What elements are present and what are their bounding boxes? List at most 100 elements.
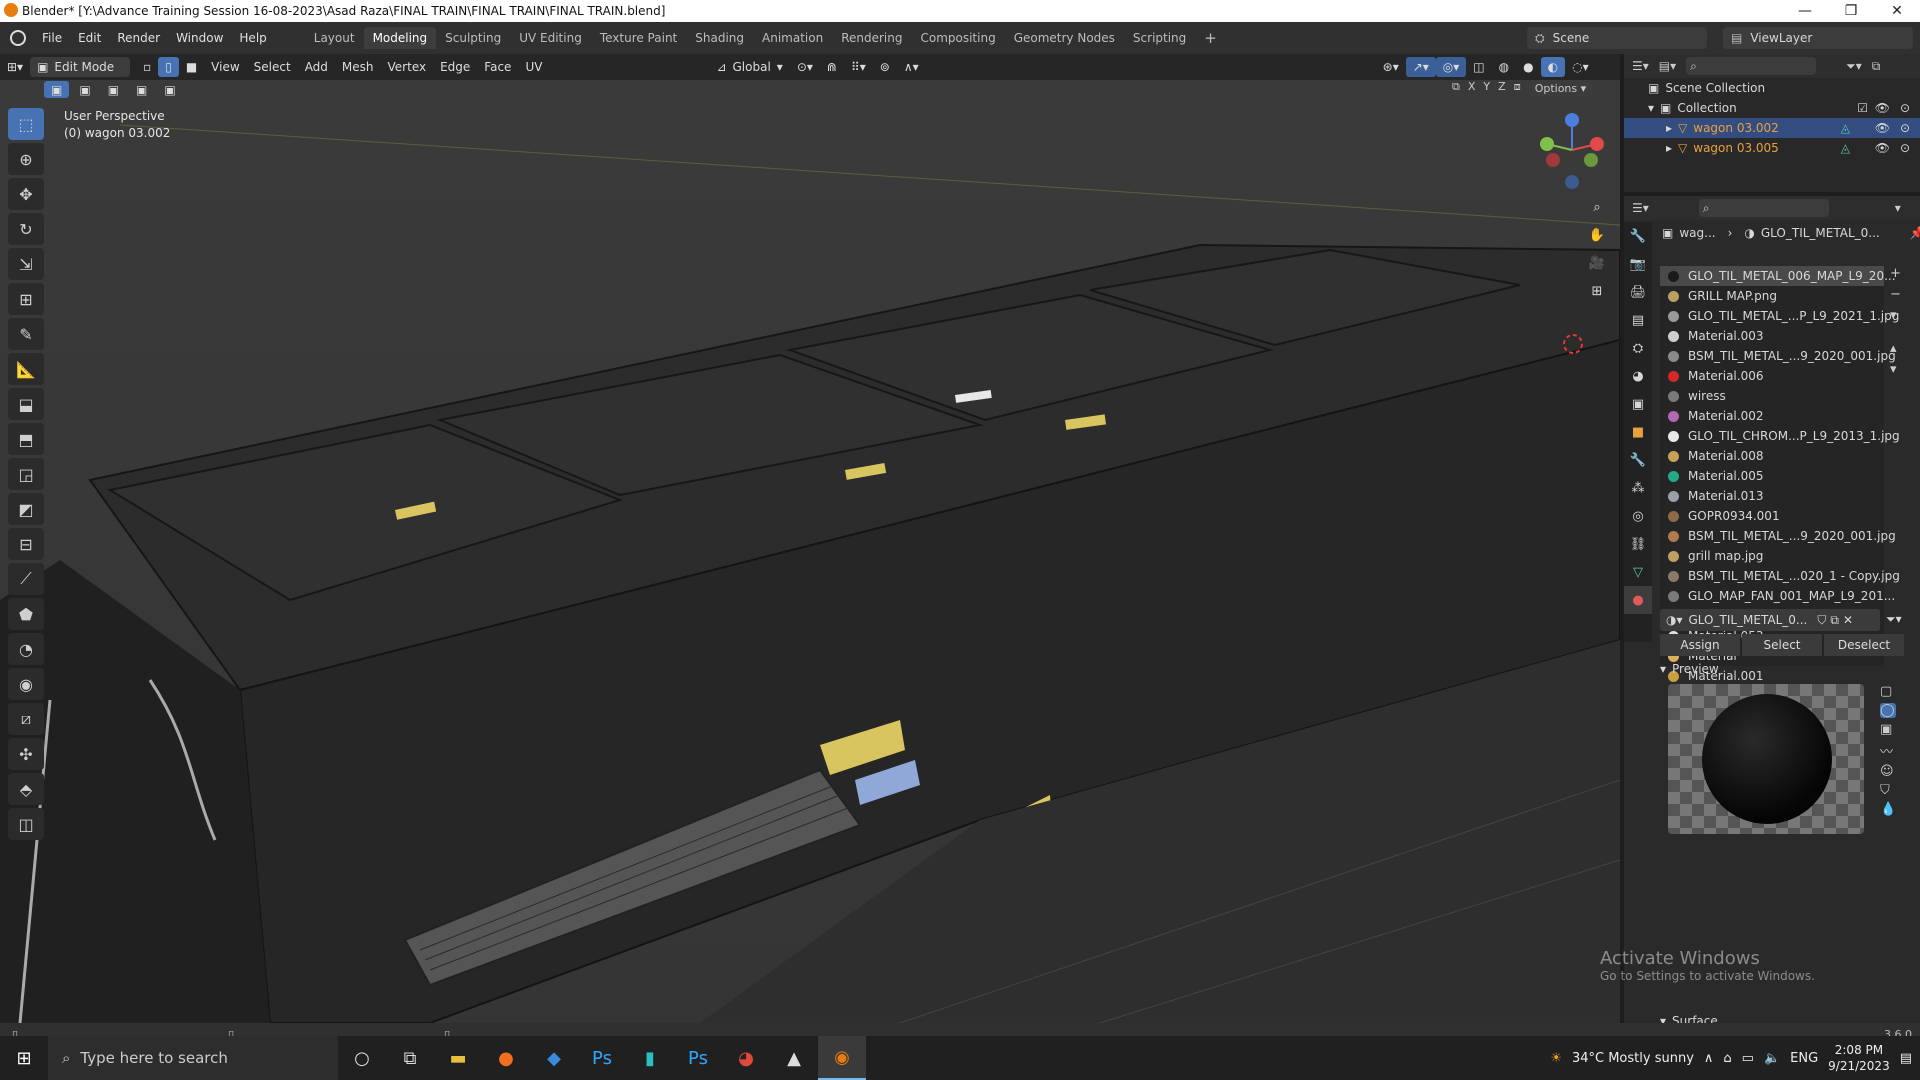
minimize-button[interactable]: — <box>1782 0 1828 22</box>
material-slot-row[interactable]: GOPR0934.001 <box>1660 506 1884 526</box>
node-filter-icon[interactable]: ⏷▾ <box>1886 612 1902 627</box>
select-button[interactable]: Select <box>1742 634 1822 656</box>
camera-render-icon[interactable]: ⊙ <box>1900 141 1910 155</box>
pin-icon[interactable]: 📌 <box>1910 226 1920 240</box>
eye-icon[interactable]: 👁 <box>1875 101 1890 115</box>
spin-tool-icon[interactable]: ◔ <box>8 633 44 665</box>
outliner-object-row[interactable]: ▸ ▽ wagon 03.002 ◬ 👁 ⊙ <box>1624 118 1920 138</box>
mirror-icon[interactable]: ⧉ <box>1452 80 1460 97</box>
new-collection-icon[interactable]: ⧉ <box>1872 59 1881 74</box>
move-tool-icon[interactable]: ✥ <box>8 178 44 210</box>
select-subtract-icon[interactable]: ▣ <box>101 81 126 98</box>
outliner-object-row[interactable]: ▸ ▽ wagon 03.005 ◬ 👁 ⊙ <box>1624 138 1920 158</box>
tab-rendering[interactable]: Rendering <box>832 27 911 49</box>
eye-icon[interactable]: 👁 <box>1875 121 1890 135</box>
filter-icon[interactable]: ⏷▾ <box>1846 59 1862 74</box>
auto-merge-icon[interactable]: ⧈ <box>1514 80 1521 97</box>
particles-tab-icon[interactable]: ⁂ <box>1624 474 1652 502</box>
menu-help[interactable]: Help <box>231 31 274 45</box>
blender-taskbar-icon[interactable]: ◉ <box>818 1036 866 1080</box>
material-slot-row[interactable]: wiress <box>1660 386 1884 406</box>
falloff-icon[interactable]: ∧▾ <box>897 57 926 77</box>
app-blue-icon[interactable]: ◆ <box>530 1036 578 1080</box>
material-slot-row[interactable]: BSM_TIL_METAL_...9_2020_001.jpg <box>1660 526 1896 546</box>
clock[interactable]: 2:08 PM 9/21/2023 <box>1828 1042 1890 1074</box>
scene-tab-icon[interactable]: ⛭ <box>1624 334 1652 362</box>
measure-tool-icon[interactable]: 📐 <box>8 353 44 385</box>
tab-texture-paint[interactable]: Texture Paint <box>591 27 686 49</box>
move-down-icon[interactable]: ▾ <box>1890 362 1901 377</box>
select-invert-icon[interactable]: ▣ <box>129 81 154 98</box>
material-slot-row[interactable]: grill map.jpg <box>1660 546 1884 566</box>
maximize-button[interactable]: ❐ <box>1828 0 1874 22</box>
material-slot-row[interactable]: Material.008 <box>1660 446 1884 466</box>
unlink-icon[interactable]: ✕ <box>1843 613 1853 627</box>
eye-icon[interactable]: 👁 <box>1875 141 1890 155</box>
options-dropdown[interactable]: Options ▾ <box>1528 80 1593 97</box>
taskbar-search-input[interactable]: ⌕ Type here to search <box>48 1036 338 1080</box>
fake-user-icon[interactable]: ⛉ <box>1817 613 1826 628</box>
material-slot-row[interactable]: Material.002 <box>1660 406 1884 426</box>
loop-cut-tool-icon[interactable]: ⊟ <box>8 528 44 560</box>
remove-slot-icon[interactable]: − <box>1890 287 1901 302</box>
select-intersect-icon[interactable]: ▣ <box>157 81 182 98</box>
poly-build-tool-icon[interactable]: ⬟ <box>8 598 44 630</box>
camera-render-icon[interactable]: ⊙ <box>1900 101 1910 115</box>
preview-cloth-icon[interactable]: ⛉ <box>1880 783 1896 798</box>
material-slot-row[interactable]: BSM_TIL_METAL_...9_2020_001.jpg <box>1660 346 1896 366</box>
pivot-icon[interactable]: ⊙▾ <box>790 57 820 77</box>
material-slot-row[interactable]: BSM_TIL_METAL_...020_1 - Copy.jpg <box>1660 566 1900 586</box>
slot-menu-icon[interactable]: ▾ <box>1890 308 1901 323</box>
tab-uv-editing[interactable]: UV Editing <box>510 27 591 49</box>
visibility-icon[interactable]: ⊛▾ <box>1376 57 1406 77</box>
perspective-toggle-icon[interactable]: ⊞ <box>1584 278 1610 304</box>
preview-sphere-icon[interactable]: ◯ <box>1880 703 1897 718</box>
material-slot-list[interactable]: GLO_TIL_METAL_006_MAP_L9_20... GRILL MAP.… <box>1660 266 1900 683</box>
checkbox-icon[interactable]: ☑ <box>1857 101 1868 115</box>
scene-selector[interactable]: ⛭ Scene <box>1527 27 1707 49</box>
physics-tab-icon[interactable]: ◎ <box>1624 502 1652 530</box>
rendered-shading-icon[interactable]: ◌▾ <box>1565 57 1596 77</box>
xray-icon[interactable]: ◫ <box>1466 57 1491 77</box>
menu-file[interactable]: File <box>34 31 70 45</box>
language-label[interactable]: ENG <box>1790 1051 1818 1066</box>
preview-monkey-icon[interactable]: ☺ <box>1880 764 1896 779</box>
menu-face[interactable]: Face <box>477 57 518 77</box>
tab-layout[interactable]: Layout <box>305 27 364 49</box>
material-slot-row[interactable]: Material.005 <box>1660 466 1884 486</box>
editor-type-icon[interactable]: ⊞▾ <box>0 57 30 77</box>
axis-x-toggle[interactable]: X <box>1468 80 1476 97</box>
menu-edge[interactable]: Edge <box>433 57 477 77</box>
menu-view[interactable]: View <box>204 57 246 77</box>
tab-geometry-nodes[interactable]: Geometry Nodes <box>1005 27 1124 49</box>
snap-icon[interactable]: ⋒ <box>820 57 844 77</box>
preview-cube-icon[interactable]: ▣ <box>1880 722 1896 737</box>
cortana-icon[interactable]: ○ <box>338 1036 386 1080</box>
tab-shading[interactable]: Shading <box>686 27 753 49</box>
tab-modeling[interactable]: Modeling <box>363 27 437 49</box>
wireframe-shading-icon[interactable]: ◍ <box>1492 57 1516 77</box>
rotate-tool-icon[interactable]: ↻ <box>8 213 44 245</box>
preview-header[interactable]: ▾ Preview <box>1660 662 1719 676</box>
knife-tool-icon[interactable]: ⟋ <box>8 563 44 595</box>
add-workspace-icon[interactable]: + <box>1195 25 1226 51</box>
rip-tool-icon[interactable]: ◫ <box>8 808 44 840</box>
notifications-icon[interactable]: ▤ <box>1900 1051 1912 1066</box>
preview-fluid-icon[interactable]: 💧 <box>1880 802 1896 817</box>
outliner-display-icon[interactable]: ▤▾ <box>1659 59 1676 73</box>
extrude-tool-icon[interactable]: ⬒ <box>8 423 44 455</box>
firefox-icon[interactable]: ● <box>482 1036 530 1080</box>
view-layer-tab-icon[interactable]: ▤ <box>1624 306 1652 334</box>
properties-editor-icon[interactable]: ☰▾ <box>1632 201 1649 215</box>
overlay-icon[interactable]: ◎▾ <box>1435 57 1467 77</box>
tab-scripting[interactable]: Scripting <box>1124 27 1195 49</box>
constraints-tab-icon[interactable]: ⛓ <box>1624 530 1652 558</box>
volume-icon[interactable]: 🔈 <box>1764 1051 1780 1066</box>
material-slot-row[interactable]: Material.013 <box>1660 486 1884 506</box>
shrink-tool-icon[interactable]: ✣ <box>8 738 44 770</box>
task-view-icon[interactable]: ⧉ <box>386 1036 434 1080</box>
start-icon[interactable]: ⊞ <box>0 1036 48 1080</box>
navigation-gizmo[interactable] <box>1535 110 1610 190</box>
tab-compositing[interactable]: Compositing <box>911 27 1004 49</box>
deselect-button[interactable]: Deselect <box>1824 634 1904 656</box>
